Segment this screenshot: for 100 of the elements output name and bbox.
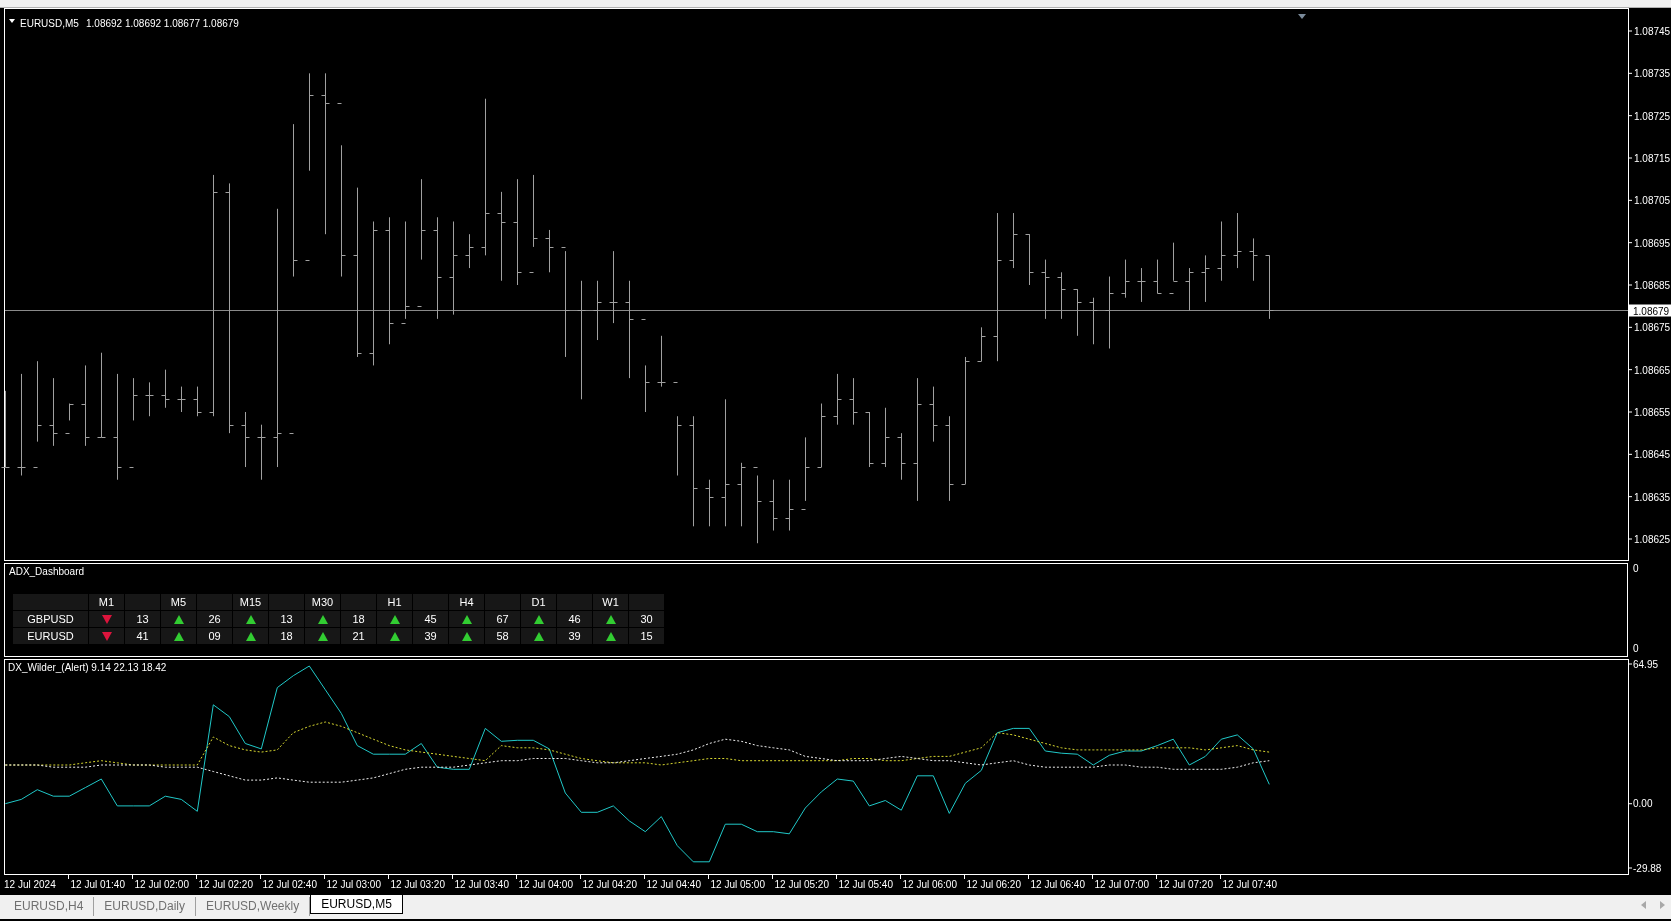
adx-value-cell: 41 — [125, 628, 160, 644]
dashboard-title: ADX_Dashboard — [9, 566, 85, 578]
time-axis-label: 12 Jul 07:00 — [1094, 879, 1149, 890]
symbol-cell: GBPUSD — [13, 611, 88, 627]
adx-value-cell: 18 — [341, 611, 376, 627]
time-axis-label: 12 Jul 02:00 — [134, 879, 189, 890]
price-bar — [257, 424, 266, 481]
price-axis-label: 1.08695 — [1634, 237, 1671, 249]
price-axis-label: 1.08645 — [1634, 449, 1671, 461]
axis-label: 0 — [1633, 643, 1639, 655]
chart-symbol: EURUSD,M5 — [20, 18, 79, 29]
price-bar — [1073, 288, 1082, 337]
price-bar — [897, 432, 906, 481]
price-bar — [881, 407, 890, 468]
adx-value-cell: 39 — [557, 628, 592, 644]
price-bar — [929, 386, 938, 443]
price-bar — [865, 411, 874, 468]
adx-value-cell: 45 — [413, 611, 448, 627]
price-axis-label: 1.08655 — [1634, 407, 1671, 418]
price-bar — [1121, 259, 1130, 299]
price-bar — [769, 479, 778, 532]
adx-value-cell: 46 — [557, 611, 592, 627]
price-bar — [705, 479, 714, 527]
price-bar — [1089, 297, 1098, 345]
adx-value-cell: 58 — [485, 628, 520, 644]
timeframe-header: H1 — [377, 594, 412, 610]
price-bar — [1041, 259, 1050, 320]
price-axis-label: 1.08745 — [1634, 26, 1671, 37]
price-bar — [1265, 254, 1274, 320]
time-axis-label: 12 Jul 07:40 — [1222, 879, 1277, 890]
current-price-label: 1.08679 — [1629, 304, 1671, 317]
price-bar — [1233, 212, 1242, 269]
price-bar — [465, 233, 474, 269]
price-bar — [1217, 221, 1226, 282]
price-bar — [1169, 242, 1178, 294]
indicator-axis-label: 0.00 — [1633, 798, 1653, 810]
time-axis-label: 12 Jul 06:40 — [1030, 879, 1085, 890]
time-axis-label: 12 Jul 05:20 — [774, 879, 829, 890]
price-axis-label: 1.08675 — [1634, 322, 1671, 334]
price-axis-label: 1.08635 — [1634, 491, 1671, 503]
timeframe-header: H4 — [449, 594, 484, 610]
timeframe-header: W1 — [593, 594, 628, 610]
adx-value-cell: 21 — [341, 628, 376, 644]
price-bar — [977, 326, 986, 362]
timeframe-header: D1 — [521, 594, 556, 610]
time-axis-label: 12 Jul 03:20 — [390, 879, 445, 890]
indicator-axis-label: -29.88 — [1633, 862, 1662, 874]
price-bar — [817, 403, 826, 468]
price-bar — [1185, 267, 1194, 311]
adx-value-cell: 30 — [629, 611, 664, 627]
price-bar — [833, 373, 842, 426]
price-bar — [1153, 259, 1162, 294]
price-bar — [545, 229, 554, 273]
price-bar — [593, 280, 602, 341]
timeframe-header: M15 — [233, 594, 268, 610]
price-axis-label: 1.08715 — [1634, 153, 1671, 164]
price-bar — [737, 462, 746, 527]
price-bar — [145, 381, 154, 417]
time-axis-label: 12 Jul 05:00 — [710, 879, 765, 890]
price-bar — [177, 386, 186, 413]
chart-tab[interactable]: EURUSD,Daily — [94, 897, 197, 916]
price-bar — [193, 386, 202, 417]
price-bar — [1009, 212, 1018, 269]
axis-label: 0 — [1633, 563, 1639, 575]
time-axis-label: 12 Jul 06:20 — [966, 879, 1021, 890]
price-bar — [49, 377, 58, 447]
price-axis-label: 1.08625 — [1634, 534, 1671, 545]
time-axis-label: 12 Jul 07:20 — [1158, 879, 1213, 890]
chart-tab[interactable]: EURUSD,H4 — [4, 897, 95, 916]
symbol-cell: EURUSD — [13, 628, 88, 644]
chart-ohlc: 1.08692 1.08692 1.08677 1.08679 — [86, 18, 239, 29]
time-axis-label: 12 Jul 06:00 — [902, 879, 957, 890]
adx-value-cell: 67 — [485, 611, 520, 627]
time-axis-label: 12 Jul 02:40 — [262, 879, 317, 890]
timeframe-header: M30 — [305, 594, 340, 610]
shift-marker-icon[interactable] — [1298, 14, 1306, 19]
adx-value-cell: 13 — [269, 611, 304, 627]
price-bar — [161, 369, 170, 409]
price-axis-label: 1.08665 — [1634, 364, 1671, 376]
price-bar — [1249, 237, 1258, 282]
timeframe-header: M1 — [89, 594, 124, 610]
price-bar — [65, 403, 74, 434]
time-axis-label: 12 Jul 03:00 — [326, 879, 381, 890]
time-axis-label: 12 Jul 02:20 — [198, 879, 253, 890]
adx-value-cell: 15 — [629, 628, 664, 644]
price-bar — [657, 335, 666, 388]
time-axis-label: 12 Jul 05:40 — [838, 879, 893, 890]
price-axis-label: 1.08725 — [1634, 110, 1671, 122]
price-axis-label: 1.08705 — [1634, 195, 1671, 207]
time-axis-label: 12 Jul 04:40 — [646, 879, 701, 890]
indicator-title: DX_Wilder_(Alert) 9.14 22.13 18.42 — [8, 662, 167, 673]
price-axis-label: 1.08685 — [1634, 280, 1671, 291]
time-axis-label: 12 Jul 2024 — [4, 879, 56, 890]
chart-tab[interactable]: EURUSD,M5 — [310, 895, 403, 914]
time-axis-label: 12 Jul 01:40 — [70, 879, 125, 890]
adx-value-cell: 39 — [413, 628, 448, 644]
indicator-axis-label: 64.95 — [1633, 659, 1659, 670]
collapse-triangle-icon[interactable] — [9, 19, 15, 23]
adx-value-cell: 26 — [197, 611, 232, 627]
time-axis-label: 12 Jul 04:20 — [582, 879, 637, 890]
